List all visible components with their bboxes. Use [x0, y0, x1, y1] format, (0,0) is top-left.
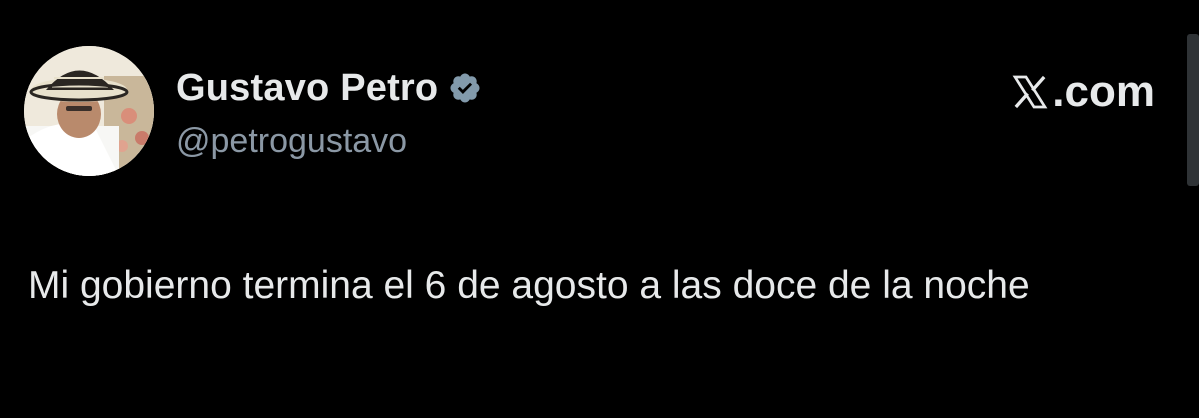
tweet-body-text: Mi gobierno termina el 6 de agosto a las…	[28, 264, 1030, 307]
author-handle[interactable]: @petrogustavo	[176, 122, 407, 161]
avatar-photo-icon	[24, 46, 154, 176]
author-avatar[interactable]	[24, 46, 154, 176]
author-name-row: Gustavo Petro	[176, 64, 482, 112]
x-domain-label: .com	[1052, 67, 1155, 116]
tweet-card: Gustavo Petro @petrogustavo .com Mi gobi…	[0, 0, 1199, 418]
scrollbar[interactable]	[1187, 34, 1199, 186]
x-source-branding: .com	[1010, 66, 1155, 118]
author-display-name[interactable]: Gustavo Petro	[176, 67, 438, 110]
x-logo-icon	[1012, 75, 1048, 109]
verified-badge-icon	[448, 71, 482, 105]
